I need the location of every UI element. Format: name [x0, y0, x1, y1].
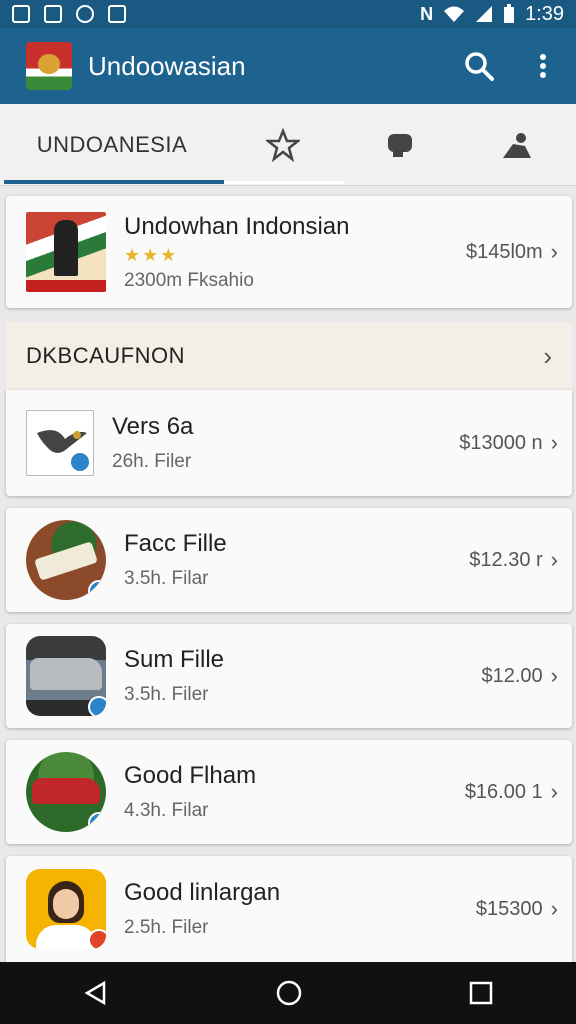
status-bar: N 1:39 — [0, 0, 576, 28]
list-item[interactable]: Good Flham 4.3h. Filar $16.00 1 › — [6, 740, 572, 844]
item-price: $12.00 — [481, 664, 543, 687]
wifi-icon — [444, 6, 465, 22]
item-sub: 26h. Filer — [112, 451, 192, 472]
item-sub: 3.5h. Filar — [124, 568, 209, 589]
item-sub: 4.3h. Filar — [124, 800, 209, 821]
tab-favorites[interactable] — [224, 104, 341, 185]
section-title: DKBCAUFNON — [26, 343, 186, 368]
tab-label: UNDOANESIA — [36, 131, 188, 157]
item-name: Facc Fille — [124, 530, 227, 557]
list-item[interactable]: Sum Fille 3.5h. Filer $12.00 › — [6, 624, 572, 728]
item-thumbnail — [26, 869, 106, 949]
list-item[interactable]: Vers 6a 26h. Filer $13000 n › — [6, 390, 572, 496]
chevron-right-icon: › — [550, 663, 558, 688]
item-thumbnail — [26, 520, 106, 600]
tab-indicator-secondary — [224, 181, 344, 184]
chevron-right-icon: › — [550, 239, 558, 264]
notification-icon — [12, 5, 30, 23]
clock: 1:39 — [525, 2, 564, 25]
person-icon — [503, 132, 532, 158]
item-price: $15300 — [475, 897, 543, 920]
list-item[interactable]: Facc Fille 3.5h. Filar $12.30 r › — [6, 508, 572, 612]
app-badge-icon — [88, 929, 106, 949]
network-label: N — [420, 3, 434, 24]
featured-price: $145l0m — [465, 240, 543, 263]
notification-icon — [76, 5, 94, 23]
app-badge-icon — [69, 451, 91, 473]
featured-card[interactable]: Undowhan Indonsian ★★★ 2300m Fksahio $14… — [6, 196, 572, 308]
chevron-right-icon: › — [550, 779, 558, 804]
chevron-right-icon: › — [543, 340, 552, 371]
battery-icon — [504, 4, 515, 23]
app-badge-icon — [88, 696, 106, 716]
app-badge-icon — [88, 580, 106, 600]
item-thumbnail — [26, 752, 106, 832]
app-bar: Undoowasian — [0, 28, 576, 104]
item-thumbnail — [26, 636, 106, 716]
item-name: Good Flham — [124, 762, 257, 789]
star-icon — [265, 127, 300, 162]
item-price: $12.30 r — [469, 548, 543, 571]
more-vert-icon[interactable] — [526, 49, 560, 83]
list-item[interactable]: Good linlargan 2.5h. Filer $15300 › — [6, 856, 572, 962]
notification-icon — [44, 5, 62, 23]
chevron-right-icon: › — [550, 547, 558, 572]
rating-stars: ★★★ — [124, 244, 179, 265]
chevron-right-icon: › — [550, 430, 558, 455]
flag-logo — [26, 42, 72, 90]
chat-icon — [387, 133, 412, 157]
tab-messages[interactable] — [341, 104, 458, 185]
home-icon[interactable] — [275, 979, 303, 1007]
signal-icon — [476, 6, 493, 22]
section-header[interactable]: DKBCAUFNON › — [6, 322, 572, 390]
item-sub: 3.5h. Filer — [124, 684, 209, 705]
item-sub: 2.5h. Filer — [124, 917, 209, 938]
item-price: $16.00 1 — [464, 780, 543, 803]
notification-icon — [108, 5, 126, 23]
item-name: Vers 6a — [112, 413, 194, 440]
system-nav-bar — [0, 962, 576, 1024]
item-price: $13000 n — [459, 431, 543, 454]
tab-profile[interactable] — [459, 104, 576, 185]
chevron-right-icon: › — [550, 896, 558, 921]
item-thumbnail — [26, 410, 94, 476]
app-badge-icon — [88, 812, 106, 832]
back-icon[interactable] — [82, 979, 110, 1007]
featured-subtitle: 2300m Fksahio — [124, 269, 254, 291]
app-title: Undoowasian — [88, 50, 246, 81]
item-name: Sum Fille — [124, 646, 225, 673]
tab-indicator — [4, 180, 224, 184]
tab-bar: UNDOANESIA — [0, 104, 576, 186]
tab-undoanesia[interactable]: UNDOANESIA — [0, 104, 224, 185]
search-icon[interactable] — [462, 49, 496, 83]
item-name: Good linlargan — [124, 879, 281, 906]
featured-title: Undowhan Indonsian — [124, 212, 350, 240]
recents-icon[interactable] — [468, 980, 494, 1006]
featured-thumbnail — [26, 212, 106, 292]
